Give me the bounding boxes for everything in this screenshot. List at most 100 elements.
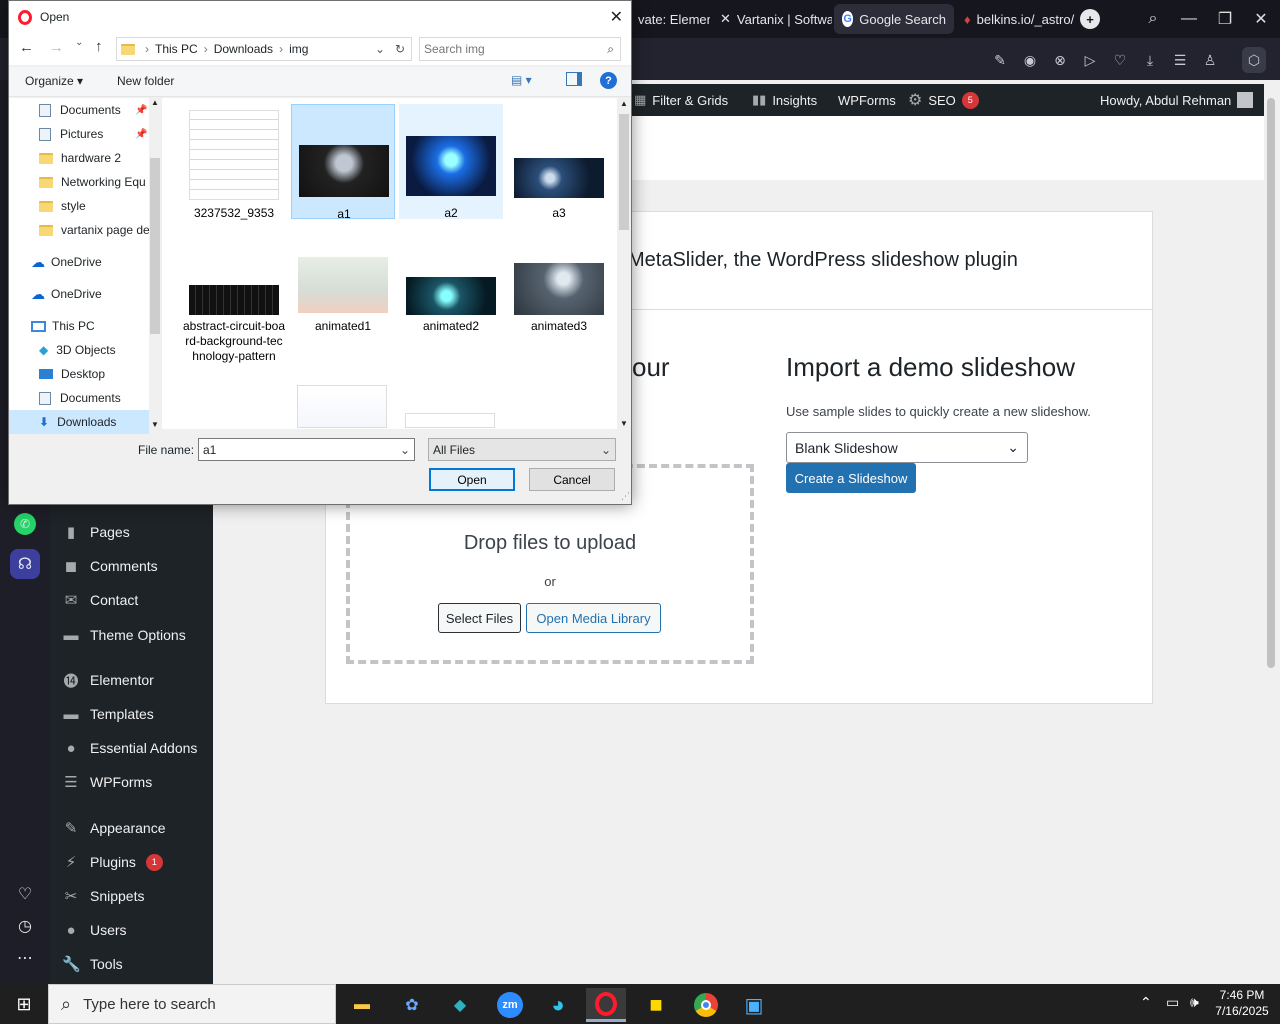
- more-icon[interactable]: ⋯: [10, 943, 40, 973]
- chevron-down-icon[interactable]: ⌄: [375, 42, 385, 56]
- adminbar-seo[interactable]: ⚙ SEO 5: [908, 84, 979, 116]
- chrome-icon[interactable]: [686, 988, 726, 1022]
- breadcrumb-item[interactable]: img: [289, 42, 308, 56]
- edge-icon[interactable]: ◕: [538, 988, 578, 1022]
- browser-tab[interactable]: vate: Elemente: [630, 4, 710, 34]
- files-scrollbar[interactable]: ▲ ▼: [617, 98, 631, 429]
- menu-item-elementor[interactable]: ⓮ Elementor: [50, 663, 213, 697]
- download-icon[interactable]: ⤓: [1140, 50, 1160, 70]
- menu-item-theme-options[interactable]: ▬ Theme Options: [50, 618, 213, 652]
- file-item[interactable]: 3237532_9353: [182, 104, 286, 220]
- new-tab-button[interactable]: +: [1080, 9, 1100, 29]
- adminbar-wpforms[interactable]: WPForms: [838, 84, 896, 116]
- menu-item-plugins[interactable]: ⚡ Plugins 1: [50, 845, 213, 879]
- chevron-down-icon[interactable]: ⌄: [75, 37, 83, 48]
- organize-button[interactable]: Organize ▾: [25, 74, 83, 88]
- restore-button[interactable]: ❐: [1210, 6, 1240, 32]
- scroll-up-arrow-icon[interactable]: ▲: [151, 98, 159, 107]
- scrollbar-thumb[interactable]: [619, 114, 629, 230]
- scroll-up-arrow-icon[interactable]: ▲: [620, 99, 628, 108]
- file-item[interactable]: a3: [507, 104, 611, 220]
- cancel-button[interactable]: Cancel: [529, 468, 615, 491]
- file-item[interactable]: a1: [291, 104, 395, 221]
- scrollbar-thumb[interactable]: [1267, 98, 1275, 668]
- adminbar-filter-grids[interactable]: ▦ Filter & Grids: [634, 84, 728, 116]
- zoom-icon[interactable]: zm: [490, 988, 530, 1022]
- menu-item-pages[interactable]: ▮ Pages: [50, 515, 213, 549]
- windows-start-icon[interactable]: ⊞: [0, 984, 48, 1024]
- network-icon[interactable]: ▭: [1166, 994, 1179, 1011]
- tree-item[interactable]: ⬇ Downloads: [9, 410, 149, 434]
- send-icon[interactable]: ▷: [1080, 50, 1100, 70]
- photos-icon[interactable]: ▣: [734, 988, 774, 1022]
- select-files-button[interactable]: Select Files: [438, 603, 521, 633]
- scroll-down-arrow-icon[interactable]: ▼: [620, 419, 628, 428]
- whatsapp-icon[interactable]: ✆: [10, 509, 40, 539]
- demo-slideshow-select[interactable]: Blank Slideshow ⌄: [786, 432, 1028, 463]
- profile-icon[interactable]: ♙: [1200, 50, 1220, 70]
- file-item[interactable]: abstract-circuit-board-background-techno…: [182, 241, 286, 381]
- minimize-button[interactable]: —: [1174, 6, 1204, 32]
- create-slideshow-button[interactable]: Create a Slideshow: [786, 463, 916, 493]
- app-icon[interactable]: ◆: [440, 988, 480, 1022]
- file-type-select[interactable]: All Files ⌄: [428, 438, 616, 461]
- back-arrow-icon[interactable]: ←: [19, 39, 34, 56]
- new-folder-button[interactable]: New folder: [117, 74, 174, 88]
- tree-item[interactable]: hardware 2: [9, 146, 149, 170]
- menu-item-snippets[interactable]: ✂ Snippets: [50, 879, 213, 913]
- menu-lines-icon[interactable]: ☰: [1170, 50, 1190, 70]
- file-item[interactable]: animated1: [291, 241, 395, 356]
- taskbar-search[interactable]: ⌕ Type here to search: [48, 984, 336, 1024]
- file-item[interactable]: animated2: [399, 241, 503, 356]
- adminbar-insights[interactable]: ▮▮ Insights: [752, 84, 817, 116]
- scrollbar-thumb[interactable]: [150, 158, 160, 334]
- sticky-notes-icon[interactable]: ■: [636, 988, 676, 1022]
- chevron-up-icon[interactable]: ⌃: [1140, 994, 1152, 1011]
- browser-tab-active[interactable]: G Google Search: [834, 4, 954, 34]
- file-name-input[interactable]: a1 ⌄: [198, 438, 415, 461]
- view-options-icon[interactable]: ▤ ▾: [511, 73, 532, 87]
- resize-grip-icon[interactable]: ⋰: [621, 491, 630, 502]
- menu-item-appearance[interactable]: ✎ Appearance: [50, 811, 213, 845]
- close-icon[interactable]: ✕: [610, 7, 623, 27]
- open-button[interactable]: Open: [429, 468, 515, 491]
- forward-arrow-icon[interactable]: →: [49, 39, 64, 56]
- menu-item-contact[interactable]: ✉ Contact: [50, 583, 213, 617]
- heart-icon[interactable]: ♡: [1110, 50, 1130, 70]
- aria-icon[interactable]: ☊: [10, 549, 40, 579]
- volume-icon[interactable]: 🕪: [1190, 994, 1199, 1011]
- file-item[interactable]: animated3: [507, 241, 611, 356]
- preview-pane-icon[interactable]: [566, 72, 582, 86]
- opera-icon[interactable]: [586, 988, 626, 1022]
- address-breadcrumb[interactable]: › This PC › Downloads › img ⌄ ↻: [116, 37, 412, 61]
- heart-icon[interactable]: ♡: [10, 879, 40, 909]
- search-tabs-icon[interactable]: ⌕: [1138, 6, 1168, 32]
- browser-tab[interactable]: ♦ belkins.io/_astro/: [956, 4, 1076, 34]
- page-scrollbar[interactable]: [1264, 84, 1280, 984]
- tree-item[interactable]: This PC: [9, 314, 149, 338]
- tree-item[interactable]: vartanix page de: [9, 218, 149, 242]
- menu-item-wpforms[interactable]: ☰ WPForms: [50, 765, 213, 799]
- tree-item[interactable]: style: [9, 194, 149, 218]
- browser-tab[interactable]: ✕ Vartanix | Softwa: [712, 4, 832, 34]
- edit-icon[interactable]: ✎: [990, 50, 1010, 70]
- taskbar-clock[interactable]: 7:46 PM 7/16/2025: [1212, 987, 1272, 1019]
- close-window-button[interactable]: ✕: [1246, 6, 1276, 32]
- search-input[interactable]: Search img ⌕: [419, 37, 621, 61]
- tree-item[interactable]: Documents: [9, 386, 149, 410]
- menu-item-tools[interactable]: 🔧 Tools: [50, 947, 213, 981]
- breadcrumb-item[interactable]: Downloads: [214, 42, 273, 56]
- tree-scrollbar[interactable]: ▲ ▼: [149, 98, 161, 429]
- tree-item[interactable]: ◆ 3D Objects: [9, 338, 149, 362]
- up-arrow-icon[interactable]: ↑: [95, 38, 103, 55]
- tree-item[interactable]: ☁ OneDrive: [9, 282, 149, 306]
- tree-item[interactable]: Pictures 📌: [9, 122, 149, 146]
- tree-item[interactable]: Documents 📌: [9, 98, 149, 122]
- file-explorer-icon[interactable]: ▬: [342, 988, 382, 1022]
- adminbar-account[interactable]: Howdy, Abdul Rehman: [1100, 84, 1254, 116]
- help-icon[interactable]: ?: [600, 72, 617, 89]
- menu-item-comments[interactable]: ◼ Comments: [50, 549, 213, 583]
- refresh-icon[interactable]: ↻: [395, 42, 405, 56]
- block-icon[interactable]: ⊗: [1050, 50, 1070, 70]
- menu-item-templates[interactable]: ▬ Templates: [50, 697, 213, 731]
